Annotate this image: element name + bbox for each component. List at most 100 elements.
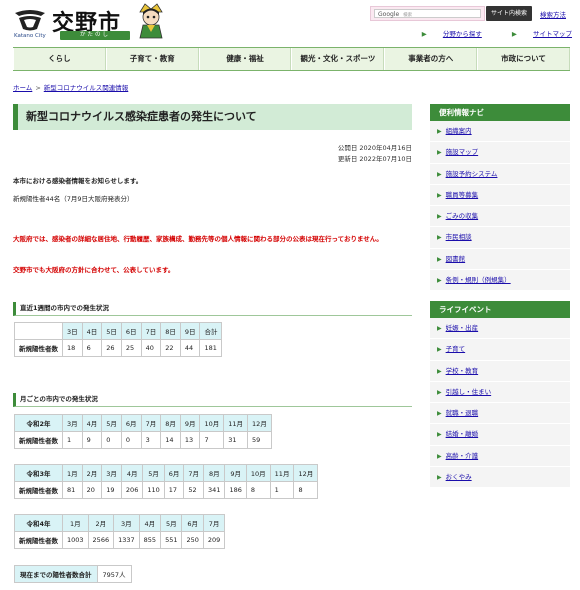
table-header-cell: 5月 bbox=[142, 464, 165, 482]
policy-notice: 交野市でも大阪府の方針に合わせて、公表しています。 bbox=[13, 266, 175, 274]
table-row-label: 新規陽性者数 bbox=[14, 481, 63, 499]
table-header-cell: 4日 bbox=[81, 322, 103, 340]
table-cell: 31 bbox=[223, 431, 249, 449]
arrow-right-icon: ▶ bbox=[437, 346, 442, 354]
table-row-label: 新規陽性者数 bbox=[14, 431, 63, 449]
arrow-right-icon: ▶ bbox=[437, 128, 442, 135]
table-header-cell: 8月 bbox=[203, 464, 226, 482]
arrow-right-icon: ▶ bbox=[437, 255, 442, 263]
sidebar-nav-item-label: 職員等募集 bbox=[445, 190, 479, 199]
nav-kenko[interactable]: 健康・福祉 bbox=[198, 48, 292, 70]
table-cell: 1337 bbox=[113, 531, 140, 549]
table-cell: 22 bbox=[160, 339, 181, 357]
sidebar-nav-item-label: ごみの収集 bbox=[445, 212, 479, 221]
table-header-cell: 4月 bbox=[120, 464, 144, 482]
sidebar-life-title: ライフイベント bbox=[430, 301, 570, 318]
sidebar-life-item[interactable]: ▶ 引越し・住まい bbox=[430, 382, 570, 404]
monthly-table-r3: 令和3年 1月 2月 3月 4月 5月 6月 7月 8月 9月 10月 11月 12月 新規陽性者数 81 2… bbox=[14, 464, 319, 499]
table-header-cell: 12月 bbox=[247, 414, 272, 432]
table-cell: 0 bbox=[120, 431, 142, 449]
nav-kurashi[interactable]: くらし bbox=[13, 48, 106, 70]
nav-jigyosha[interactable]: 事業者の方へ bbox=[384, 48, 478, 70]
sidebar-life-item[interactable]: ▶ 子育て bbox=[430, 339, 570, 361]
table-header-cell: 7月 bbox=[183, 464, 205, 482]
table-cell: 40 bbox=[140, 339, 162, 357]
global-nav: くらし 子育て・教育 健康・福祉 観光・文化・スポーツ 事業者の方へ 市政につい… bbox=[13, 47, 570, 71]
nav-kosodate[interactable]: 子育て・教育 bbox=[105, 48, 199, 70]
table-header-cell: 11月 bbox=[223, 414, 249, 432]
table-header-cell: 2月 bbox=[87, 514, 115, 532]
search-input[interactable]: Google 検索 bbox=[374, 9, 481, 18]
monthly-table-r2: 令和2年 3月 4月 5月 6月 7月 8月 9月 10月 11月 12月 新規陽性者数 1 9 0 0 3 14… bbox=[14, 414, 272, 449]
sidebar-nav-item[interactable]: ▶ 組織案内 bbox=[430, 121, 570, 143]
search-help-link[interactable]: 検索方法 bbox=[540, 9, 566, 19]
site-logo-kana: かたのし bbox=[60, 31, 130, 40]
sidebar-nav-item-label: 市民相談 bbox=[445, 233, 472, 242]
sidebar-life-item[interactable]: ▶ 就職・退職 bbox=[430, 403, 570, 425]
sidebar-nav-item[interactable]: ▶ 市民相談 bbox=[430, 227, 570, 249]
sidebar-nav-item-label: 図書館 bbox=[445, 254, 466, 263]
table-cell: 551 bbox=[160, 531, 183, 549]
sidebar-life-item-label: 学校・教育 bbox=[445, 366, 479, 375]
arrow-right-icon: ▶ bbox=[437, 410, 442, 418]
site-search-box: Google 検索 bbox=[370, 6, 485, 21]
arrow-right-icon: ▶ bbox=[437, 367, 442, 375]
table-cell: 59 bbox=[247, 431, 272, 449]
sidebar-life-item[interactable]: ▶ 妊娠・出産 bbox=[430, 318, 570, 340]
arrow-right-icon: ▶ bbox=[437, 325, 442, 332]
table-cell: 1 bbox=[269, 481, 295, 499]
site-search-button[interactable]: サイト内検索 bbox=[486, 6, 532, 21]
table-header-cell: 8日 bbox=[160, 322, 181, 340]
arrow-right-icon: ▶ bbox=[437, 431, 442, 439]
table-header-cell: 10月 bbox=[199, 414, 225, 432]
table-header-cell: 3月 bbox=[101, 464, 122, 482]
breadcrumb: ホーム > 新型コロナウイルス関連情報 bbox=[13, 82, 128, 92]
sidebar-life-item-label: 引越し・住まい bbox=[445, 387, 492, 396]
sidebar-life-item[interactable]: ▶ 結婚・離婚 bbox=[430, 424, 570, 446]
sidebar-nav-item[interactable]: ▶ 条例・規則（例規集） bbox=[430, 270, 570, 292]
table-cell: 17 bbox=[163, 481, 185, 499]
table-header-cell: 10月 bbox=[245, 464, 271, 482]
sidebar-nav-item[interactable]: ▶ 職員等募集 bbox=[430, 185, 570, 207]
sidebar-life-item-label: 高齢・介護 bbox=[445, 451, 479, 460]
sidebar-life-item-label: 子育て bbox=[445, 345, 466, 354]
table-cell: 18 bbox=[62, 339, 83, 357]
table-cell: 2566 bbox=[87, 531, 115, 549]
table-header-cell: 2月 bbox=[81, 464, 103, 482]
total-table: 現在までの陽性者数合計 7957人 bbox=[14, 565, 132, 583]
city-emblem-icon bbox=[15, 10, 45, 31]
header-link-bunya[interactable]: ▶ 分野から探す bbox=[408, 30, 482, 38]
table-row: 新規陽性者数 18 6 26 25 40 22 44 181 bbox=[14, 339, 223, 357]
table-cell: 250 bbox=[181, 531, 204, 549]
sidebar-life-item[interactable]: ▶ 高齢・介護 bbox=[430, 446, 570, 468]
table-row: 新規陽性者数 1 9 0 0 3 14 13 7 31 59 bbox=[14, 431, 272, 449]
table-year-cell: 令和4年 bbox=[14, 514, 63, 532]
sidebar-life-item[interactable]: ▶ おくやみ bbox=[430, 467, 570, 489]
table-cell: 8 bbox=[293, 481, 319, 499]
table-header-cell: 4月 bbox=[138, 514, 162, 532]
nav-kanko[interactable]: 観光・文化・スポーツ bbox=[291, 48, 385, 70]
sidebar-nav-item[interactable]: ▶ ごみの収集 bbox=[430, 206, 570, 228]
sidebar-nav-item-label: 施設予約システム bbox=[445, 169, 498, 178]
table-year-cell: 令和3年 bbox=[14, 464, 63, 482]
sidebar-life-item-label: おくやみ bbox=[445, 473, 472, 482]
sidebar-nav-item[interactable]: ▶ 施設予約システム bbox=[430, 164, 570, 185]
table-cell: 7 bbox=[199, 431, 225, 449]
breadcrumb-home[interactable]: ホーム bbox=[13, 84, 32, 92]
sidebar-life-item-label: 就職・退職 bbox=[445, 409, 479, 418]
arrow-right-icon: ▶ bbox=[437, 191, 442, 199]
table-cell: 20 bbox=[81, 481, 103, 499]
sidebar-nav-item[interactable]: ▶ 図書館 bbox=[430, 249, 570, 271]
table-cell: 81 bbox=[62, 481, 83, 499]
header-link-sitemap[interactable]: ▶ サイトマップ bbox=[498, 30, 572, 38]
table-header-cell: 4月 bbox=[81, 414, 103, 432]
table-cell: 8 bbox=[245, 481, 271, 499]
table-row: 新規陽性者数 1003 2566 1337 855 551 250 209 bbox=[14, 531, 226, 549]
sidebar-nav-item[interactable]: ▶ 施設マップ bbox=[430, 142, 570, 164]
nav-shisei[interactable]: 市政について bbox=[477, 48, 570, 70]
breadcrumb-current[interactable]: 新型コロナウイルス関連情報 bbox=[44, 84, 129, 92]
table-header-cell: 6月 bbox=[163, 464, 185, 482]
table-header-cell: 8月 bbox=[160, 414, 181, 432]
table-cell: 0 bbox=[101, 431, 122, 449]
sidebar-life-item[interactable]: ▶ 学校・教育 bbox=[430, 361, 570, 382]
